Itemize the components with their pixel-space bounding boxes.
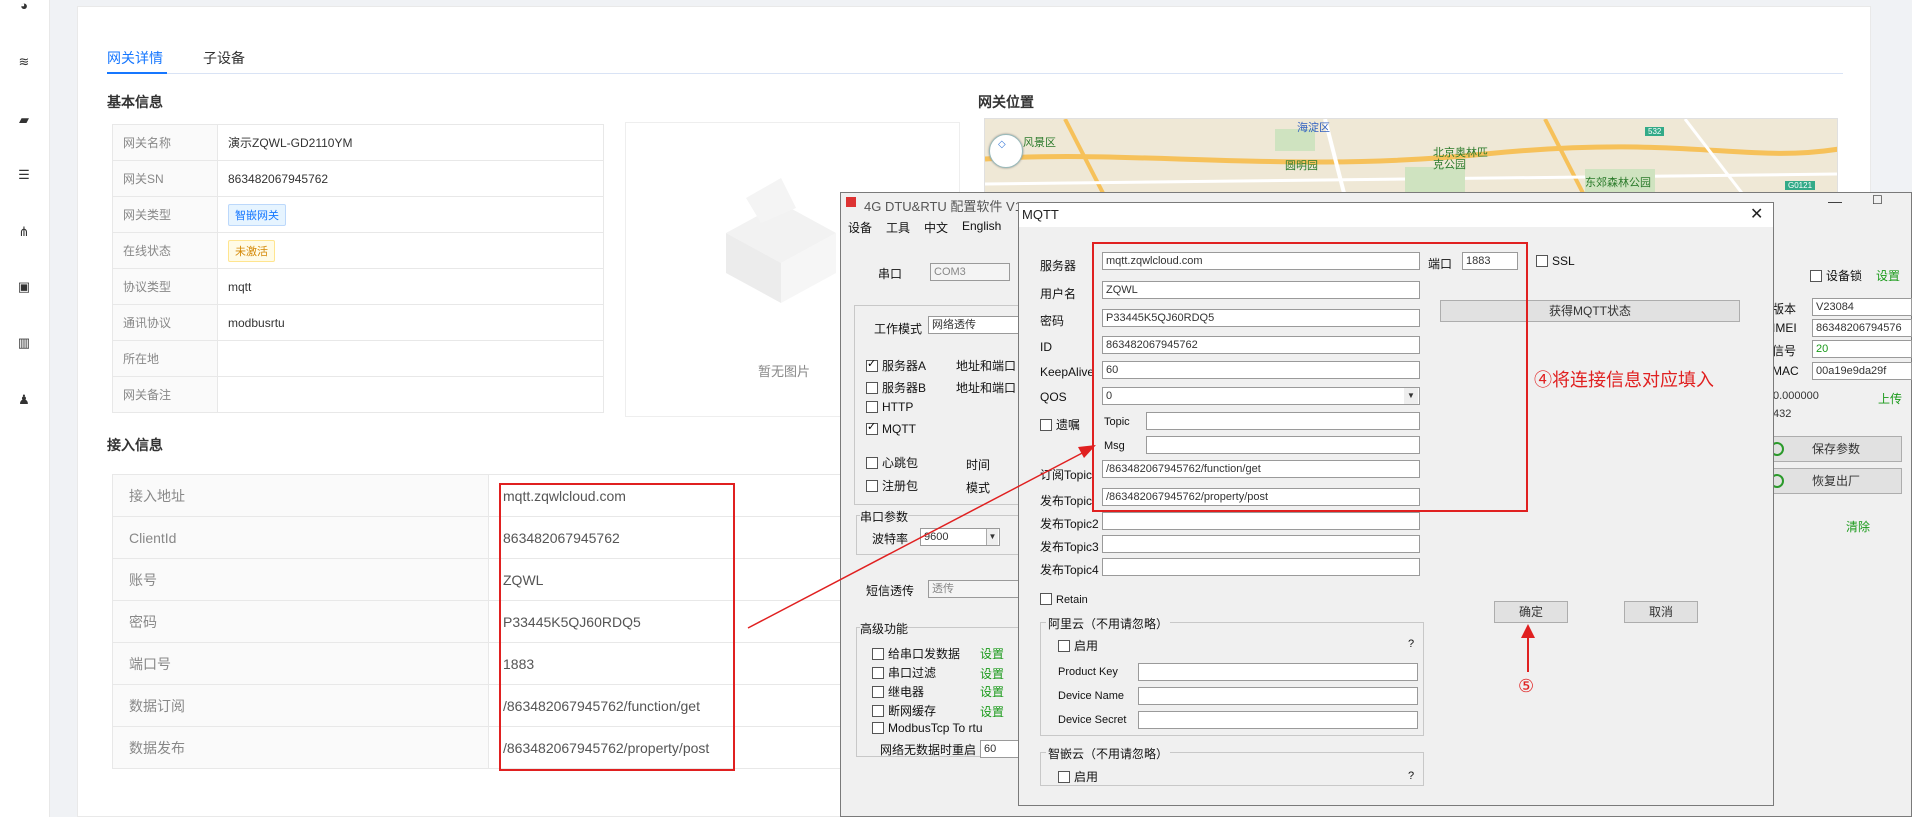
arrow-to-mqtt <box>747 449 1089 629</box>
arrowhead <box>1078 445 1096 458</box>
arrowhead <box>1521 624 1535 638</box>
annotation-arrows <box>747 445 1535 672</box>
